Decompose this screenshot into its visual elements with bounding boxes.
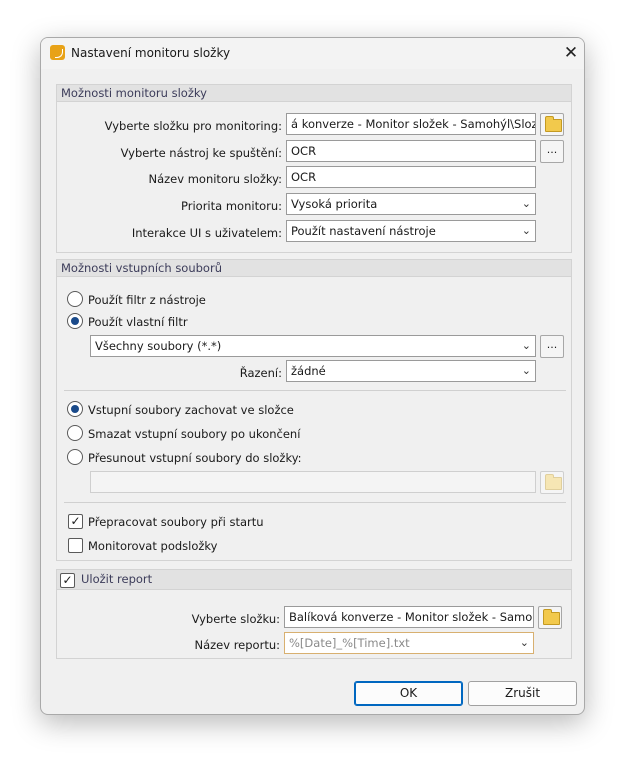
move-files-radio[interactable] — [67, 449, 83, 465]
monitor-folder-label: Vyberte složku pro monitoring: — [104, 119, 282, 133]
sort-select[interactable]: žádné ⌄ — [286, 360, 536, 382]
keep-files-radio[interactable] — [67, 401, 83, 417]
move-files-label: Přesunout vstupní soubory do složky: — [88, 451, 302, 465]
subfolders-label: Monitorovat podsložky — [88, 539, 218, 553]
folder-icon — [545, 474, 562, 490]
move-folder-input[interactable] — [90, 471, 536, 493]
folder-icon — [543, 609, 560, 625]
monitor-options-header: Možnosti monitoru složky — [57, 85, 571, 102]
monitor-name-label: Název monitoru složky: — [148, 172, 282, 186]
ui-interaction-select[interactable]: Použít nastavení nástroje ⌄ — [286, 220, 536, 242]
reprocess-label: Přepracovat soubory při startu — [88, 515, 264, 529]
report-name-value: %[Date]_%[Time].txt — [289, 636, 410, 650]
monitor-name-input[interactable]: OCR — [286, 166, 536, 188]
ui-interaction-label: Interakce UI s uživatelem: — [131, 226, 282, 240]
folder-icon — [545, 116, 562, 132]
save-report-checkbox[interactable]: ✓ — [60, 573, 75, 588]
delete-files-label: Smazat vstupní soubory po ukončení — [88, 427, 301, 441]
tool-input[interactable]: OCR — [286, 140, 536, 162]
chevron-down-icon: ⌄ — [521, 197, 531, 210]
sort-value: žádné — [291, 364, 326, 378]
monitor-options-group: Možnosti monitoru složky Vyberte složku … — [56, 84, 572, 253]
cancel-button[interactable]: Zrušit — [468, 681, 577, 706]
report-folder-label: Vyberte složku: — [191, 612, 280, 626]
priority-value: Vysoká priorita — [291, 197, 378, 211]
delete-files-radio[interactable] — [67, 425, 83, 441]
report-header: Uložit report — [57, 570, 571, 590]
custom-filter-radio[interactable] — [67, 313, 83, 329]
divider — [64, 390, 566, 391]
chevron-down-icon: ⌄ — [521, 224, 531, 237]
reprocess-checkbox[interactable]: ✓ — [68, 514, 83, 529]
monitor-folder-input[interactable]: á konverze - Monitor složek - Samohýl\Sl… — [286, 113, 536, 135]
window-title: Nastavení monitoru složky — [71, 46, 231, 60]
tool-filter-radio[interactable] — [67, 291, 83, 307]
subfolders-checkbox[interactable] — [68, 538, 83, 553]
monitor-folder-browse-button[interactable] — [540, 113, 564, 136]
ui-interaction-value: Použít nastavení nástroje — [291, 224, 436, 238]
report-group: Uložit report ✓ Vyberte složku: Balíková… — [56, 569, 572, 659]
input-options-header: Možnosti vstupních souborů — [57, 260, 571, 277]
report-name-label: Název reportu: — [194, 638, 280, 652]
app-icon — [50, 45, 65, 60]
sort-label: Řazení: — [239, 366, 282, 380]
priority-label: Priorita monitoru: — [181, 199, 282, 213]
keep-files-label: Vstupní soubory zachovat ve složce — [88, 403, 294, 417]
move-folder-browse-button[interactable] — [540, 471, 564, 494]
tool-label: Vyberte nástroj ke spuštění: — [120, 146, 282, 160]
report-name-select[interactable]: %[Date]_%[Time].txt ⌄ — [284, 632, 534, 654]
tool-browse-button[interactable]: ... — [540, 140, 564, 163]
ok-button[interactable]: OK — [354, 681, 463, 706]
custom-filter-label: Použít vlastní filtr — [88, 315, 188, 329]
report-folder-input[interactable]: Balíková konverze - Monitor složek - Sam… — [284, 606, 534, 628]
filter-select[interactable]: Všechny soubory (*.*) ⌄ — [90, 335, 536, 357]
title-bar: Nastavení monitoru složky ✕ — [41, 38, 584, 69]
chevron-down-icon: ⌄ — [519, 636, 529, 649]
dialog-window: Nastavení monitoru složky ✕ Možnosti mon… — [40, 37, 585, 715]
filter-browse-button[interactable]: ... — [540, 335, 564, 358]
chevron-down-icon: ⌄ — [521, 364, 531, 377]
input-options-group: Možnosti vstupních souborů Použít filtr … — [56, 259, 572, 561]
priority-select[interactable]: Vysoká priorita ⌄ — [286, 193, 536, 215]
close-icon[interactable]: ✕ — [560, 41, 582, 65]
filter-value: Všechny soubory (*.*) — [95, 339, 222, 353]
report-header-label: Uložit report — [81, 572, 153, 586]
divider — [64, 502, 566, 503]
chevron-down-icon: ⌄ — [521, 339, 531, 352]
report-folder-browse-button[interactable] — [538, 606, 562, 629]
tool-filter-label: Použít filtr z nástroje — [88, 293, 206, 307]
